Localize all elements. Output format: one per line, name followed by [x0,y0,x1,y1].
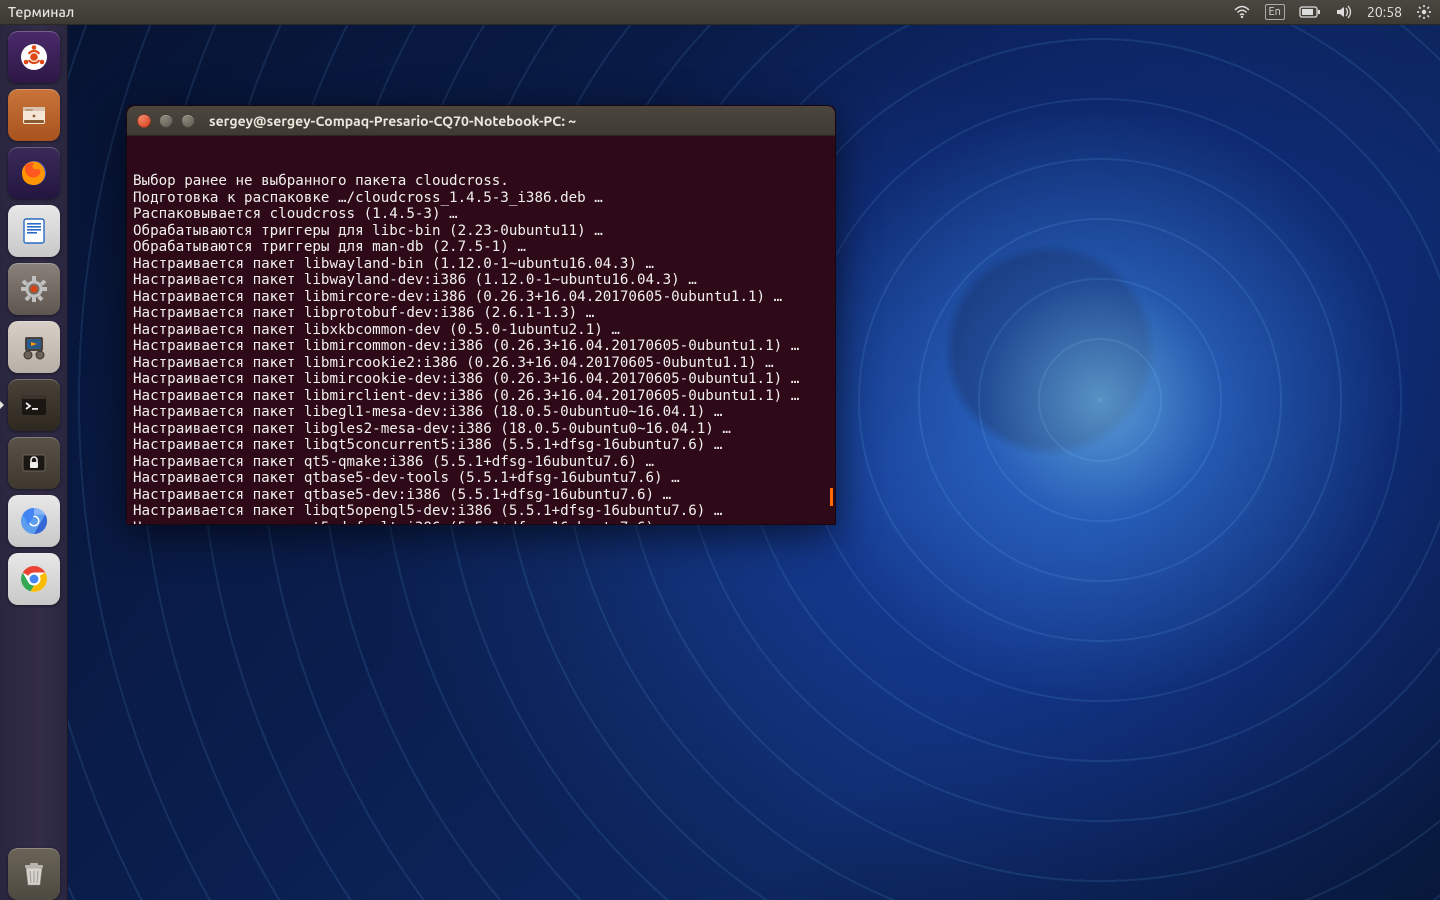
top-menu-bar: Терминал En 20:58 [0,0,1440,25]
unity-launcher [0,25,68,900]
terminal-line: Обрабатываются триггеры для man-db (2.7.… [133,239,829,256]
window-close-button[interactable] [137,114,151,128]
writer-icon[interactable] [8,205,60,257]
terminal-line: Выбор ранее не выбранного пакета cloudcr… [133,173,829,190]
terminal-line: Настраивается пакет libmircommon-dev:i38… [133,338,829,355]
terminal-line: Настраивается пакет qtbase5-dev-tools (5… [133,470,829,487]
clock[interactable]: 20:58 [1367,4,1402,20]
terminal-line: Настраивается пакет libgles2-mesa-dev:i3… [133,421,829,438]
active-app-title[interactable]: Терминал [8,4,74,20]
terminal-line: Настраивается пакет libqt5opengl5-dev:i3… [133,503,829,520]
terminal-output[interactable]: Выбор ранее не выбранного пакета cloudcr… [127,136,835,524]
terminal-window[interactable]: sergey@sergey-Compaq-Presario-CQ70-Noteb… [126,105,836,525]
settings-gear-icon[interactable] [8,263,60,315]
wifi-icon[interactable] [1233,4,1251,20]
terminal-line: Настраивается пакет qt5-default:i386 (5.… [133,520,829,525]
terminal-line: Настраивается пакет libmircore-dev:i386 … [133,289,829,306]
chromium-icon[interactable] [8,495,60,547]
window-minimize-button[interactable] [159,114,173,128]
terminal-line: Обрабатываются триггеры для libc-bin (2.… [133,223,829,240]
terminal-cursor [830,488,833,506]
media-player-icon[interactable] [8,321,60,373]
terminal-line: Настраивается пакет libxkbcommon-dev (0.… [133,322,829,339]
system-cog-icon[interactable] [1416,4,1432,20]
files-icon[interactable] [8,89,60,141]
terminal-line: Подготовка к распаковке …/cloudcross_1.4… [133,190,829,207]
battery-icon[interactable] [1299,5,1321,19]
lock-screen-icon[interactable] [8,437,60,489]
volume-icon[interactable] [1335,4,1353,20]
terminal-line: Настраивается пакет qt5-qmake:i386 (5.5.… [133,454,829,471]
terminal-line: Распаковывается cloudcross (1.4.5-3) … [133,206,829,223]
terminal-line: Настраивается пакет libprotobuf-dev:i386… [133,305,829,322]
firefox-icon[interactable] [8,147,60,199]
trash-icon[interactable] [8,848,60,900]
window-titlebar[interactable]: sergey@sergey-Compaq-Presario-CQ70-Noteb… [127,106,835,136]
terminal-line: Настраивается пакет libwayland-bin (1.12… [133,256,829,273]
keyboard-layout-indicator[interactable]: En [1265,4,1285,20]
dash-icon[interactable] [8,31,60,83]
terminal-line: Настраивается пакет qtbase5-dev:i386 (5.… [133,487,829,504]
terminal-line: Настраивается пакет libqt5concurrent5:i3… [133,437,829,454]
window-maximize-button[interactable] [181,114,195,128]
terminal-icon[interactable] [8,379,60,431]
terminal-line: Настраивается пакет libwayland-dev:i386 … [133,272,829,289]
window-title: sergey@sergey-Compaq-Presario-CQ70-Noteb… [209,113,576,129]
terminal-line: Настраивается пакет libmirclient-dev:i38… [133,388,829,405]
terminal-line: Настраивается пакет libmircookie2:i386 (… [133,355,829,372]
terminal-line: Настраивается пакет libegl1-mesa-dev:i38… [133,404,829,421]
terminal-line: Настраивается пакет libmircookie-dev:i38… [133,371,829,388]
chrome-icon[interactable] [8,553,60,605]
